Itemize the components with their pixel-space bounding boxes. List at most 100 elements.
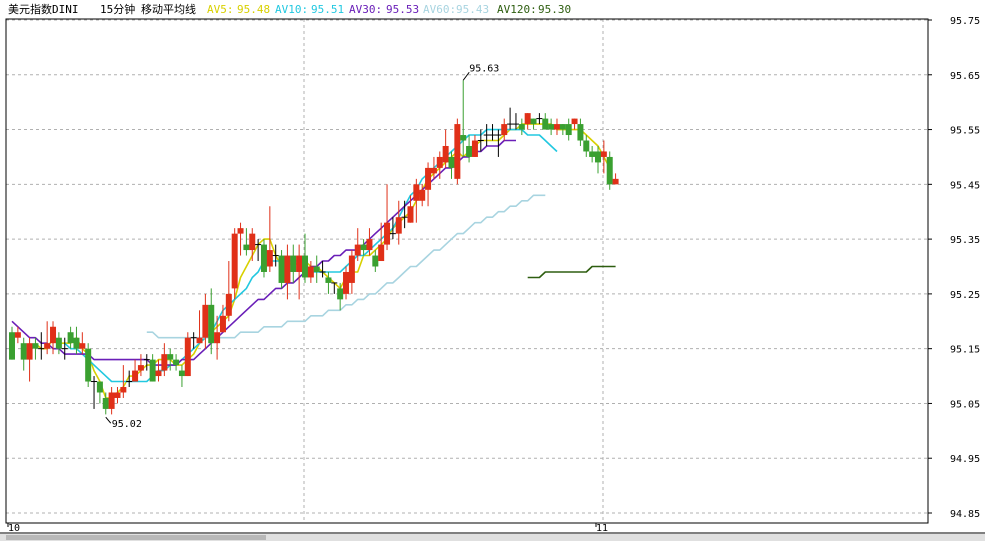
- header-ma120-label: AV120:: [497, 3, 537, 16]
- annotation-low-label: 95.02: [112, 419, 142, 430]
- candle-body: [178, 370, 185, 377]
- candle-body: [102, 397, 109, 409]
- candle-body: [196, 337, 203, 344]
- x-tick-label: 10: [8, 523, 20, 534]
- candle-body: [559, 124, 566, 130]
- candle-body: [137, 365, 144, 371]
- candle-body: [290, 255, 297, 272]
- candle-body: [413, 184, 420, 201]
- candle-body: [219, 315, 226, 333]
- candle-body: [419, 189, 426, 201]
- candle: [85, 343, 92, 388]
- candle-body: [155, 370, 162, 377]
- candle-body: [360, 244, 367, 251]
- candle-body: [395, 217, 402, 234]
- candle-body: [448, 156, 455, 168]
- candle-body: [595, 151, 601, 163]
- header-ma10-value: 95.51: [311, 3, 344, 16]
- candle-body: [278, 255, 285, 283]
- y-tick-label: 95.65: [950, 71, 980, 82]
- candle-body: [600, 151, 607, 157]
- candle-body: [325, 277, 332, 283]
- candle-body: [384, 222, 391, 245]
- chart-window: 95.63 95.02 95.75 95.65 95.55 95.45 95.35 95.2…: [0, 0, 985, 541]
- candle-body: [266, 250, 273, 267]
- candle-body: [284, 255, 291, 283]
- candle-body: [120, 387, 127, 393]
- candle-body: [518, 124, 525, 130]
- chart-background: [0, 0, 985, 541]
- candle-body: [50, 326, 57, 344]
- candle-body: [524, 113, 531, 125]
- scrollbar-thumb[interactable]: [6, 535, 266, 540]
- candle-body: [471, 140, 478, 157]
- candle-body: [571, 118, 578, 125]
- candle-body: [14, 332, 21, 338]
- candle: [278, 250, 285, 289]
- header-period: 15分钟: [100, 2, 135, 16]
- candle-body: [436, 156, 443, 168]
- candle-body: [577, 124, 584, 141]
- candle-body: [44, 343, 51, 349]
- candle-body: [260, 244, 267, 272]
- header-ma30-value: 95.53: [386, 3, 419, 16]
- candle-body: [202, 304, 209, 338]
- header-ma120-value: 95.30: [538, 3, 571, 16]
- header-ma60-label: AV60:: [423, 3, 456, 16]
- candle: [454, 118, 461, 185]
- candle-body: [612, 178, 619, 185]
- y-tick-label: 95.55: [950, 126, 980, 137]
- candle-body: [313, 266, 320, 272]
- candle-body: [425, 167, 432, 190]
- candle-body: [108, 392, 115, 409]
- candle-body: [214, 332, 221, 344]
- y-tick-label: 95.05: [950, 399, 980, 410]
- candle-body: [548, 124, 555, 130]
- candle-body: [243, 244, 250, 251]
- candle-body: [460, 135, 467, 141]
- candle-body: [378, 244, 385, 262]
- candle-body: [530, 118, 537, 125]
- header-ma5-value: 95.48: [237, 3, 270, 16]
- y-tick-label: 95.25: [950, 290, 980, 301]
- candle-body: [237, 228, 244, 234]
- candle-body: [442, 145, 449, 163]
- candle-body: [249, 233, 256, 251]
- header-indicator: 移动平均线: [141, 2, 196, 16]
- y-tick-label: 95.45: [950, 180, 980, 191]
- x-tick-label: 11: [596, 523, 608, 534]
- candle-body: [173, 359, 180, 366]
- candle-body: [149, 359, 156, 382]
- candle-body: [372, 255, 379, 267]
- candle-body: [583, 140, 590, 152]
- y-tick-label: 95.15: [950, 345, 980, 356]
- candle: [260, 239, 267, 278]
- candle-body: [589, 151, 596, 157]
- candle-body: [208, 304, 215, 344]
- candle-body: [501, 124, 508, 136]
- candle-body: [167, 354, 174, 360]
- candle-body: [67, 332, 74, 344]
- header-ma60-value: 95.43: [456, 3, 489, 16]
- candle-body: [606, 156, 613, 185]
- candle-body: [337, 288, 344, 300]
- candle-body: [20, 343, 27, 360]
- candle-body: [26, 343, 33, 360]
- candle-body: [132, 370, 139, 382]
- y-tick-label: 95.75: [950, 16, 980, 27]
- candle-body: [114, 392, 121, 398]
- y-tick-label: 95.35: [950, 235, 980, 246]
- candle-body: [343, 271, 350, 294]
- candle-body: [73, 337, 80, 349]
- annotation-high-label: 95.63: [469, 63, 499, 74]
- y-tick-label: 94.85: [950, 509, 980, 520]
- header-ma10-label: AV10:: [275, 3, 308, 16]
- candle-body: [542, 118, 549, 130]
- candle-body: [9, 332, 15, 360]
- candle-body: [348, 255, 355, 283]
- candle-body: [184, 337, 191, 377]
- candle-body: [85, 348, 92, 382]
- candle-body: [454, 124, 461, 179]
- candle-body: [307, 266, 314, 278]
- candle-body: [225, 293, 232, 316]
